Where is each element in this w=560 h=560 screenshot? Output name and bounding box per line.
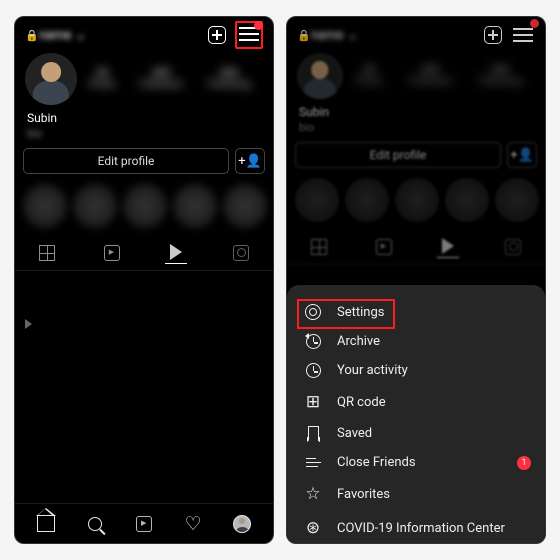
highlights[interactable] [15, 184, 273, 236]
tagged-icon [505, 239, 521, 255]
profile-row: ##Posts ###Followers ###Following [287, 53, 545, 103]
menu-label: COVID-19 Information Center [337, 521, 505, 536]
stats[interactable]: ##Posts ###Followers ###Following [343, 65, 535, 87]
menu-label: QR code [337, 395, 386, 410]
nav-reels[interactable] [132, 512, 156, 536]
display-name: Subin [287, 103, 545, 121]
phone-right: 🔒 name ⌄ ##Posts ###Followers ###Followi… [286, 16, 546, 544]
nav-activity[interactable]: ♡ [181, 512, 205, 536]
plus-icon [484, 26, 502, 44]
hamburger-icon [513, 28, 533, 42]
username-dropdown[interactable]: name ⌄ [39, 28, 86, 43]
menu-label: Close Friends [337, 455, 416, 470]
highlights[interactable] [287, 178, 545, 230]
menu-archive[interactable]: Archive [287, 327, 545, 356]
stats[interactable]: ##Posts ###Followers ###Following [77, 68, 263, 90]
tab-reels[interactable] [101, 242, 123, 264]
menu-favorites[interactable]: ☆ Favorites [287, 477, 545, 511]
menu-button[interactable] [239, 25, 259, 43]
tab-video[interactable] [165, 242, 187, 264]
menu-sheet: Settings Archive Your activity ⊞ QR code… [287, 285, 545, 543]
edit-profile-button[interactable]: Edit profile [295, 142, 501, 168]
grid-icon [39, 245, 55, 261]
discover-people-button[interactable]: +👤 [507, 142, 537, 168]
menu-close-friends[interactable]: Close Friends 1 [287, 448, 545, 477]
tab-tagged[interactable] [502, 236, 524, 258]
header: 🔒 name ⌄ [15, 17, 273, 53]
search-icon [88, 517, 102, 531]
menu-covid[interactable]: ⊛ COVID-19 Information Center [287, 511, 545, 544]
nav-search[interactable] [83, 512, 107, 536]
profile-icon [233, 515, 251, 533]
avatar[interactable] [25, 53, 77, 105]
edit-profile-button[interactable]: Edit profile [23, 148, 229, 174]
archive-icon [303, 334, 323, 349]
qr-icon: ⊞ [303, 392, 323, 412]
grid-icon [311, 239, 327, 255]
bio: bio [287, 121, 545, 142]
profile-tabs [287, 230, 545, 265]
menu-activity[interactable]: Your activity [287, 356, 545, 385]
gear-icon [303, 304, 323, 320]
menu-label: Settings [337, 305, 384, 320]
bottom-nav: ♡ [15, 503, 273, 543]
play-icon [442, 238, 454, 254]
bio: bio [15, 127, 273, 148]
menu-label: Favorites [337, 487, 390, 502]
create-button[interactable] [205, 23, 229, 47]
heart-icon: ♡ [185, 514, 202, 533]
avatar[interactable] [297, 53, 343, 99]
nav-profile[interactable] [230, 512, 254, 536]
menu-label: Saved [337, 426, 372, 441]
notification-dot [530, 19, 539, 28]
menu-label: Archive [337, 334, 380, 349]
edit-row: Edit profile +👤 [287, 142, 545, 178]
reels-icon [376, 239, 392, 255]
star-icon: ☆ [303, 484, 323, 504]
covid-icon: ⊛ [303, 518, 323, 538]
activity-icon [303, 363, 323, 378]
tab-grid[interactable] [308, 236, 330, 258]
reels-icon [104, 245, 120, 261]
header: 🔒 name ⌄ [287, 17, 545, 53]
display-name: Subin [15, 109, 273, 127]
profile-row: ##Posts ###Followers ###Following [15, 53, 273, 109]
menu-button[interactable] [511, 23, 535, 47]
create-button[interactable] [481, 23, 505, 47]
badge: 1 [517, 456, 531, 470]
phone-left: 🔒 name ⌄ ##Posts ###Followers ###Followi… [14, 16, 274, 544]
video-indicator-icon [25, 319, 32, 329]
content-area [15, 271, 273, 503]
nav-home[interactable] [34, 512, 58, 536]
play-icon [170, 244, 182, 260]
tab-tagged[interactable] [230, 242, 252, 264]
tagged-icon [233, 245, 249, 261]
tab-grid[interactable] [36, 242, 58, 264]
lock-icon: 🔒 [25, 29, 39, 42]
username-dropdown[interactable]: name ⌄ [311, 28, 358, 43]
edit-row: Edit profile +👤 [15, 148, 273, 184]
menu-settings[interactable]: Settings [287, 297, 545, 327]
bookmark-icon [303, 426, 323, 441]
notification-dot [254, 21, 263, 30]
reels-icon [136, 516, 152, 532]
tab-reels[interactable] [373, 236, 395, 258]
highlight-menu-button [235, 21, 263, 49]
plus-icon [208, 26, 226, 44]
tab-video[interactable] [437, 236, 459, 258]
home-icon [37, 516, 55, 532]
lock-icon: 🔒 [297, 29, 311, 42]
menu-label: Your activity [337, 363, 408, 378]
profile-tabs [15, 236, 273, 271]
menu-saved[interactable]: Saved [287, 419, 545, 448]
list-icon [303, 455, 323, 470]
menu-qr[interactable]: ⊞ QR code [287, 385, 545, 419]
discover-people-button[interactable]: +👤 [235, 148, 265, 174]
